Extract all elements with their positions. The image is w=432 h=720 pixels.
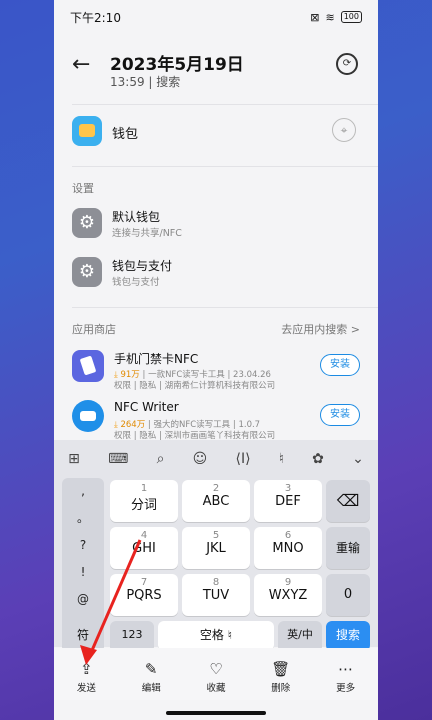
delete-action[interactable]: 🗑 删除	[248, 648, 313, 700]
symbol-key[interactable]: !	[62, 559, 104, 586]
key-7[interactable]: 7 PQRS	[110, 574, 178, 616]
app-item-nfc-card[interactable]: 手机门禁卡NFC ⤓ 91万 | 一款NFC读写卡工具 | 23.04.26 权…	[72, 350, 378, 391]
setting-subtitle: 钱包与支付	[112, 277, 160, 288]
key-0[interactable]: 0	[326, 574, 370, 616]
key-5[interactable]: 5 JKL	[182, 527, 250, 569]
collapse-chevron-icon[interactable]: ⌄	[352, 451, 364, 467]
divider	[72, 104, 378, 105]
language-toggle-key[interactable]: 英/中	[278, 621, 322, 651]
app-item-nfc-writer[interactable]: NFC Writer ⤓ 264万 | 强大的NFC读写工具 | 1.0.7 权…	[72, 400, 378, 441]
space-key[interactable]: 空格 ♮	[158, 621, 274, 651]
edit-action[interactable]: ✎ 编辑	[119, 648, 184, 700]
wallet-app-label[interactable]: 钱包	[112, 123, 138, 142]
edit-icon: ✎	[144, 660, 158, 678]
setting-item-wallet-payment[interactable]: ⚙ 钱包与支付 钱包与支付	[72, 257, 378, 297]
favorite-action[interactable]: ♡ 收藏	[184, 648, 249, 700]
grid-icon[interactable]: ⊞	[68, 451, 80, 467]
symbol-column: , 。 ? ! @	[62, 478, 104, 638]
battery-icon: 100	[340, 11, 362, 23]
status-icons: ⊠ ≋ 100	[310, 11, 362, 24]
skin-icon[interactable]: ✿	[312, 451, 324, 467]
rotate-icon[interactable]: ⟳	[336, 53, 358, 75]
bottom-action-bar: ⇪ 发送 ✎ 编辑 ♡ 收藏 🗑 删除 ⋯ 更多	[54, 648, 378, 700]
symbol-key[interactable]: ?	[62, 532, 104, 559]
go-app-search-link[interactable]: 去应用内搜索 >	[281, 321, 360, 337]
header: ← 2023年5月19日 13:59 | 搜索 ⟳	[54, 44, 378, 94]
nfc-card-app-icon	[72, 350, 104, 382]
delete-key[interactable]: ⌫	[326, 480, 370, 522]
key-1[interactable]: 1 分词	[110, 480, 178, 522]
share-icon: ⇪	[80, 660, 93, 678]
symbol-key[interactable]: 。	[62, 505, 104, 532]
app-permissions: 权限 | 隐私 | 湖南希仁计算机科技有限公司	[114, 381, 276, 391]
emoji-icon[interactable]: ☺	[193, 451, 208, 467]
reenter-key[interactable]: 重输	[326, 527, 370, 569]
setting-title: 默认钱包	[112, 210, 161, 224]
install-button[interactable]: 安装	[320, 354, 360, 376]
key-4[interactable]: 4 GHI	[110, 527, 178, 569]
search-key[interactable]: 搜索	[326, 621, 370, 651]
search-icon[interactable]: ⌕	[157, 451, 165, 467]
gear-icon: ⚙	[72, 208, 102, 238]
send-action[interactable]: ⇪ 发送	[54, 648, 119, 700]
trash-icon: 🗑	[271, 660, 291, 678]
back-arrow-icon[interactable]: ←	[72, 52, 90, 77]
symbol-key[interactable]: ,	[62, 478, 104, 505]
wallet-app-icon[interactable]	[72, 116, 102, 146]
wifi-icon: ≋	[325, 10, 335, 24]
keyboard: ⊞ ⌨ ⌕ ☺ ⟨I⟩ ♮ ✿ ⌄ , 。 ? ! @ 1 分词 2 ABC 3 DE…	[54, 440, 378, 651]
key-6[interactable]: 6 MNO	[254, 527, 322, 569]
app-name: NFC Writer	[114, 400, 179, 414]
store-section-title: 应用商店	[72, 323, 116, 336]
divider	[72, 166, 378, 167]
divider	[72, 307, 378, 308]
install-button[interactable]: 安装	[320, 404, 360, 426]
page-title: 2023年5月19日	[110, 55, 244, 75]
key-9[interactable]: 9 WXYZ	[254, 574, 322, 616]
phone-screen: 下午2:10 ⊠ ≋ 100 ← 2023年5月19日 13:59 | 搜索 ⟳…	[54, 0, 378, 720]
keyboard-toolbar: ⊞ ⌨ ⌕ ☺ ⟨I⟩ ♮ ✿ ⌄	[54, 440, 378, 478]
gear-icon: ⚙	[72, 257, 102, 287]
number-toggle-key[interactable]: 123	[110, 621, 154, 651]
page-subtitle: 13:59 | 搜索	[110, 75, 181, 89]
cursor-icon[interactable]: ⟨I⟩	[236, 451, 251, 467]
setting-subtitle: 连接与共享/NFC	[112, 228, 182, 239]
heart-icon: ♡	[209, 660, 223, 678]
symbol-toggle-key[interactable]: 符	[62, 621, 104, 651]
status-time: 下午2:10	[70, 10, 121, 25]
setting-title: 钱包与支付	[112, 259, 173, 273]
key-3[interactable]: 3 DEF	[254, 480, 322, 522]
mute-icon: ⊠	[310, 10, 320, 24]
more-action[interactable]: ⋯ 更多	[313, 648, 378, 700]
more-icon: ⋯	[338, 660, 354, 678]
app-name: 手机门禁卡NFC	[114, 352, 199, 366]
setting-item-default-wallet[interactable]: ⚙ 默认钱包 连接与共享/NFC	[72, 208, 378, 248]
location-pin-icon[interactable]: ⌖	[332, 118, 356, 142]
mic-icon[interactable]: ♮	[279, 451, 284, 467]
symbol-key[interactable]: @	[62, 586, 104, 613]
mic-icon: ♮	[227, 628, 233, 642]
home-indicator[interactable]	[166, 711, 266, 715]
key-8[interactable]: 8 TUV	[182, 574, 250, 616]
keyboard-icon[interactable]: ⌨	[108, 451, 128, 467]
nfc-writer-app-icon	[72, 400, 104, 432]
key-2[interactable]: 2 ABC	[182, 480, 250, 522]
settings-section-title: 设置	[72, 182, 94, 195]
status-bar: 下午2:10 ⊠ ≋ 100	[54, 0, 378, 34]
